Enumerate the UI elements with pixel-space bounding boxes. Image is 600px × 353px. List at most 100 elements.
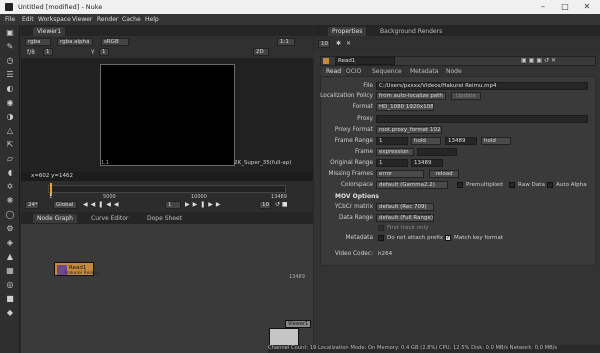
max-panels-field[interactable]: 10 bbox=[318, 40, 330, 48]
node-color-icon[interactable] bbox=[323, 58, 329, 64]
frame-range-end-field[interactable]: 13489 bbox=[445, 137, 477, 145]
original-range-label: Original Range bbox=[330, 160, 373, 166]
frame-expression-field[interactable] bbox=[417, 148, 457, 156]
channel-tool-icon[interactable]: ☰ bbox=[4, 70, 16, 80]
node-graph-canvas[interactable]: Read1 Hakurei Reimu 13489 Viewer1 bbox=[21, 224, 313, 353]
title-bar: Untitled [modified] - Nuke – □ ✕ bbox=[0, 0, 600, 14]
subtab-sequence[interactable]: Sequence bbox=[368, 67, 406, 76]
proxy-format-label: Proxy Format bbox=[334, 127, 373, 133]
localization-dropdown[interactable]: from auto-localize path bbox=[376, 92, 446, 100]
auto-alpha-checkbox[interactable] bbox=[547, 182, 553, 188]
menu-help[interactable]: Help bbox=[145, 16, 159, 23]
3d-tool-icon[interactable]: ▱ bbox=[4, 154, 16, 164]
video-codec-label: Video Codec: bbox=[334, 251, 373, 257]
view-mode-dropdown[interactable]: 2D bbox=[253, 48, 269, 56]
time-tool-icon[interactable]: ◷ bbox=[4, 56, 16, 66]
file-path-field[interactable]: C:/Users/pxxxx/Videos/Hakurei Reimu.mp4 bbox=[376, 82, 588, 90]
current-frame-field[interactable]: 1 bbox=[165, 201, 181, 209]
draw-tool-icon[interactable]: ✎ bbox=[4, 42, 16, 52]
extra-tool-icon[interactable]: ◆ bbox=[4, 308, 16, 318]
raw-data-checkbox[interactable] bbox=[509, 182, 515, 188]
do-not-attach-prefix-checkbox[interactable] bbox=[378, 235, 384, 241]
read1-node[interactable]: Read1 Hakurei Reimu bbox=[54, 262, 98, 276]
color-tool-icon[interactable]: ◐ bbox=[4, 84, 16, 94]
plugins-tool-icon[interactable]: ▦ bbox=[4, 266, 16, 276]
playback-back-controls[interactable]: ◀◀❚◀◀ bbox=[83, 201, 163, 209]
layer-dropdown[interactable]: rgba.alpha bbox=[57, 38, 93, 46]
furnace-tool-icon[interactable]: ▲ bbox=[4, 252, 16, 262]
tab-background-renders[interactable]: Background Renders bbox=[376, 27, 446, 36]
tab-curve-editor[interactable]: Curve Editor bbox=[87, 214, 132, 223]
menu-workspace[interactable]: Workspace bbox=[38, 16, 71, 23]
cara-tool-icon[interactable]: ◎ bbox=[4, 280, 16, 290]
tab-dope-sheet[interactable]: Dope Sheet bbox=[143, 214, 186, 223]
maximize-icon[interactable]: □ bbox=[554, 1, 576, 13]
menu-cache[interactable]: Cache bbox=[122, 16, 141, 23]
playback-forward-controls[interactable]: ▶▶❚▶▶ bbox=[185, 201, 255, 209]
filter-tool-icon[interactable]: ◉ bbox=[4, 98, 16, 108]
gizmo-tool-icon[interactable]: ■ bbox=[4, 294, 16, 304]
transform-tool-icon[interactable]: ⇱ bbox=[4, 140, 16, 150]
proxy-path-field[interactable] bbox=[376, 115, 588, 123]
subtab-ocio[interactable]: OCIO bbox=[342, 67, 365, 76]
minimize-icon[interactable]: – bbox=[532, 1, 554, 13]
header-action-icons[interactable]: ▣▣▣↺✕ bbox=[521, 57, 558, 64]
colorspace-label: Colorspace bbox=[340, 182, 373, 188]
missing-frames-dropdown[interactable]: error bbox=[376, 170, 424, 178]
clear-panels-icon[interactable]: ✕ bbox=[346, 40, 351, 47]
frame-range-end-mode[interactable]: hold bbox=[481, 137, 511, 145]
reload-button[interactable]: reload bbox=[429, 170, 459, 178]
subtab-node[interactable]: Node bbox=[442, 67, 466, 76]
first-track-only-checkbox[interactable] bbox=[378, 225, 384, 231]
menu-edit[interactable]: Edit bbox=[22, 16, 34, 23]
metadata-tool-icon[interactable]: ✡ bbox=[4, 182, 16, 192]
colorspace-dropdown[interactable]: default (Gamma2.2) bbox=[376, 181, 448, 189]
display-colorspace-dropdown[interactable]: sRGB bbox=[101, 38, 129, 46]
tab-viewer1[interactable]: Viewer1 bbox=[33, 27, 66, 36]
other-tool-icon[interactable]: ⚙ bbox=[4, 224, 16, 234]
lock-panel-icon[interactable]: ✱ bbox=[336, 40, 341, 47]
fps-field[interactable]: 24* bbox=[25, 201, 39, 209]
original-range-end-field[interactable]: 13489 bbox=[411, 159, 443, 167]
mov-options-text: MOV Options bbox=[335, 193, 379, 200]
subtab-metadata[interactable]: Metadata bbox=[406, 67, 442, 76]
ycbcr-dropdown[interactable]: default (Rec 709) bbox=[376, 203, 434, 211]
menu-viewer[interactable]: Viewer bbox=[72, 16, 92, 23]
merge-tool-icon[interactable]: △ bbox=[4, 126, 16, 136]
format-dropdown[interactable]: HD_1080 1920x1080 bbox=[376, 103, 434, 111]
frame-range-start-field[interactable]: 1 bbox=[376, 137, 408, 145]
timeline-scrubber[interactable] bbox=[48, 183, 286, 196]
frame-mode-dropdown[interactable]: expression bbox=[376, 148, 414, 156]
image-tool-icon[interactable]: ▣ bbox=[4, 28, 16, 38]
data-range-dropdown[interactable]: default (Full Range) bbox=[376, 214, 434, 222]
node-toolbar: ▣ ✎ ◷ ☰ ◐ ◉ ◑ △ ⇱ ▱ ◖ ✡ ❋ ◯ ⚙ ◈ ▲ ▦ ◎ ■ … bbox=[0, 25, 20, 353]
frame-step-field[interactable]: 10 bbox=[259, 201, 271, 209]
particles-tool-icon[interactable]: ❋ bbox=[4, 196, 16, 206]
node-name-field[interactable]: Read1 bbox=[335, 57, 395, 65]
viewer1-node[interactable]: Viewer1 bbox=[285, 320, 311, 328]
close-icon[interactable]: ✕ bbox=[576, 1, 598, 13]
views-tool-icon[interactable]: ◖ bbox=[4, 168, 16, 178]
video-codec-value: h264 bbox=[378, 251, 393, 257]
proxy-format-dropdown[interactable]: root.proxy_format 1024x778 bbox=[376, 126, 442, 134]
menu-file[interactable]: File bbox=[5, 16, 15, 23]
update-button[interactable]: Update bbox=[451, 92, 481, 100]
keyer-tool-icon[interactable]: ◑ bbox=[4, 112, 16, 122]
original-range-start-field[interactable]: 1 bbox=[376, 159, 408, 167]
toolsets-tool-icon[interactable]: ◯ bbox=[4, 210, 16, 220]
tab-properties[interactable]: Properties bbox=[328, 27, 367, 36]
gamma-y-label: Y bbox=[91, 49, 95, 56]
premultiplied-checkbox[interactable] bbox=[457, 182, 463, 188]
frame-range-start-mode[interactable]: hold bbox=[411, 137, 441, 145]
node-subtabs: Read OCIO Sequence Metadata Node bbox=[320, 66, 596, 76]
ocio-tool-icon[interactable]: ◈ bbox=[4, 238, 16, 248]
match-key-format-checkbox[interactable]: ✓ bbox=[445, 235, 451, 241]
zoom-dropdown[interactable]: 1:1 bbox=[277, 38, 295, 46]
global-dropdown[interactable]: Global bbox=[53, 201, 77, 209]
tab-node-graph[interactable]: Node Graph bbox=[33, 214, 77, 223]
gain-value[interactable]: 1 bbox=[43, 48, 53, 56]
menu-render[interactable]: Render bbox=[97, 16, 118, 23]
loop-controls[interactable]: ↺ ■ bbox=[275, 201, 309, 209]
gamma-value[interactable]: 1 bbox=[99, 48, 109, 56]
channels-dropdown[interactable]: rgba bbox=[25, 38, 51, 46]
